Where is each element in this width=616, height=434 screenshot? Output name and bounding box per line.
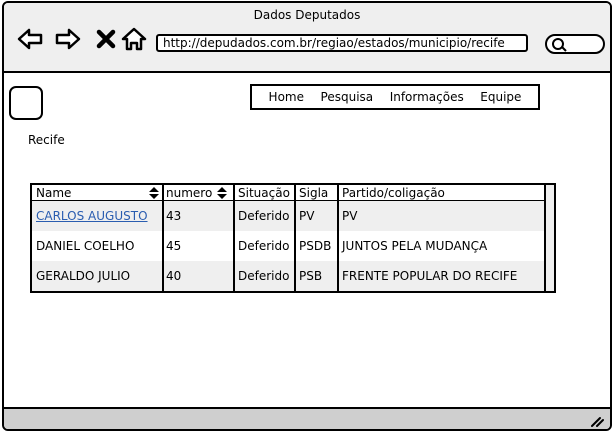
back-arrow-icon[interactable] xyxy=(16,25,44,53)
menu-item-home[interactable]: Home xyxy=(269,90,304,104)
close-icon[interactable] xyxy=(92,25,120,53)
sort-icon[interactable] xyxy=(216,186,228,200)
deputados-table: Name numero Situação Sigla Partido/colig… xyxy=(30,183,556,293)
table-cell: GERALDO JULIO xyxy=(36,269,131,283)
search-icon xyxy=(552,38,567,52)
page-title: Recife xyxy=(28,133,65,147)
forward-arrow-icon[interactable] xyxy=(54,25,82,53)
resize-grip-icon[interactable] xyxy=(590,415,604,427)
table-cell: Deferido xyxy=(238,269,290,283)
table-cell: FRENTE POPULAR DO RECIFE xyxy=(342,269,518,283)
table-row[interactable]: DANIEL COELHO 45 Deferido PSDB JUNTOS PE… xyxy=(32,231,544,261)
logo-placeholder xyxy=(9,86,43,120)
column-divider xyxy=(294,185,296,291)
table-cell: PSB xyxy=(299,269,323,283)
window-title: Dados Deputados xyxy=(253,8,361,22)
browser-chrome: Dados Deputados http://depudados.com.br/… xyxy=(4,3,610,73)
table-cell: PSDB xyxy=(299,239,332,253)
deputado-link[interactable]: CARLOS AUGUSTO xyxy=(36,209,148,223)
table-cell: 40 xyxy=(166,269,182,283)
table-cell: PV xyxy=(299,209,315,223)
address-bar[interactable]: http://depudados.com.br/regiao/estados/m… xyxy=(156,34,528,52)
column-header-name[interactable]: Name xyxy=(32,185,162,201)
table-cell: 43 xyxy=(166,209,182,223)
column-header-situacao[interactable]: Situação xyxy=(234,185,295,201)
column-divider xyxy=(162,185,164,291)
table-cell: DANIEL COELHO xyxy=(36,239,135,253)
column-header-partido[interactable]: Partido/coligação xyxy=(338,185,544,201)
menu-item-pesquisa[interactable]: Pesquisa xyxy=(321,90,374,104)
table-cell: Deferido xyxy=(238,209,290,223)
table-cell: JUNTOS PELA MUDANÇA xyxy=(342,239,488,253)
home-icon[interactable] xyxy=(120,25,148,53)
column-divider xyxy=(233,185,235,291)
table-row[interactable]: CARLOS AUGUSTO 43 Deferido PV PV xyxy=(32,201,544,231)
main-menu: Home Pesquisa Informações Equipe xyxy=(250,84,540,110)
menu-item-equipe[interactable]: Equipe xyxy=(480,90,521,104)
table-row[interactable]: GERALDO JULIO 40 Deferido PSB FRENTE POP… xyxy=(32,261,544,291)
browser-window: Dados Deputados http://depudados.com.br/… xyxy=(2,1,612,431)
table-scrollbar[interactable] xyxy=(544,185,554,291)
column-header-sigla[interactable]: Sigla xyxy=(295,185,338,201)
table-cell: 45 xyxy=(166,239,182,253)
sort-icon[interactable] xyxy=(148,186,160,200)
table-cell: PV xyxy=(342,209,358,223)
menu-item-informacoes[interactable]: Informações xyxy=(390,90,464,104)
column-divider xyxy=(337,185,339,291)
search-box[interactable] xyxy=(545,34,605,54)
table-cell: Deferido xyxy=(238,239,290,253)
status-bar xyxy=(4,407,610,429)
table-header-row: Name numero Situação Sigla Partido/colig… xyxy=(32,185,544,201)
